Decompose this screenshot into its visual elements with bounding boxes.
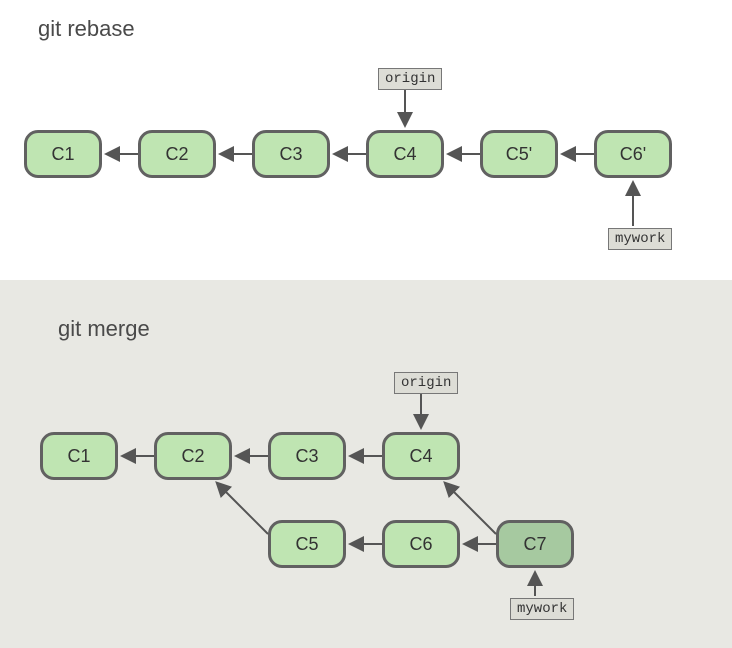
commit-c1-m: C1 — [40, 432, 118, 480]
tag-origin: origin — [378, 68, 442, 90]
commit-c2: C2 — [138, 130, 216, 178]
commit-c4: C4 — [366, 130, 444, 178]
commit-c3-m: C3 — [268, 432, 346, 480]
merge-panel: git merge C1 C2 C3 C4 C5 C6 C7 origin my… — [0, 280, 732, 648]
commit-c2-m: C2 — [154, 432, 232, 480]
tag-origin-m: origin — [394, 372, 458, 394]
commit-c5-m: C5 — [268, 520, 346, 568]
tag-mywork: mywork — [608, 228, 672, 250]
rebase-panel: git rebase C1 C2 C3 C4 C5' C6' origin my… — [0, 0, 732, 280]
commit-c3: C3 — [252, 130, 330, 178]
merge-title: git merge — [58, 316, 150, 342]
commit-c1: C1 — [24, 130, 102, 178]
commit-c5p: C5' — [480, 130, 558, 178]
commit-c4-m: C4 — [382, 432, 460, 480]
commit-c7-m: C7 — [496, 520, 574, 568]
rebase-title: git rebase — [38, 16, 135, 42]
tag-mywork-m: mywork — [510, 598, 574, 620]
commit-c6-m: C6 — [382, 520, 460, 568]
commit-c6p: C6' — [594, 130, 672, 178]
